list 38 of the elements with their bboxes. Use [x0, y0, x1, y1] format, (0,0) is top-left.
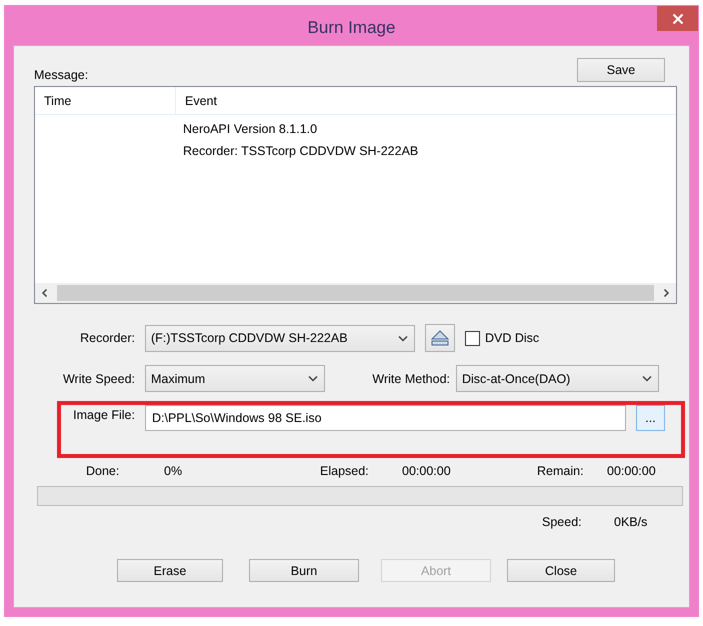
write-method-label: Write Method: — [371, 372, 450, 386]
image-file-field[interactable]: D:\PPL\So\Windows 98 SE.iso — [145, 405, 626, 431]
event-cell-text: NeroAPI Version 8.1.1.0 — [182, 122, 318, 136]
browse-button[interactable]: ... — [636, 405, 665, 431]
write-method-dropdown[interactable]: Disc-at-Once(DAO) — [456, 365, 659, 392]
elapsed-label: Elapsed: — [320, 464, 370, 478]
caret-icon — [642, 375, 652, 382]
done-label: Done: — [86, 464, 120, 478]
write-speed-dropdown[interactable]: Maximum — [145, 365, 325, 392]
done-value: 0% — [164, 464, 184, 478]
write-speed-label: Write Speed: — [62, 372, 135, 386]
save-button[interactable]: Save — [577, 58, 665, 82]
dvd-disc-label: DVD Disc — [485, 331, 540, 345]
window-title: Burn Image — [308, 18, 396, 38]
close-button[interactable]: Close — [507, 559, 615, 582]
recorder-dropdown[interactable]: (F:)TSSTcorp CDDVDW SH-222AB — [145, 324, 415, 352]
eject-icon — [430, 329, 450, 347]
elapsed-value: 00:00:00 — [402, 464, 452, 478]
eject-button[interactable] — [425, 324, 455, 352]
close-button[interactable] — [657, 6, 698, 31]
erase-button[interactable]: Erase — [117, 559, 223, 582]
image-file-label: Image File: — [72, 408, 135, 422]
recorder-label: Recorder: — [79, 331, 135, 345]
close-icon — [672, 12, 684, 24]
caret-icon — [308, 375, 318, 382]
burn-button[interactable]: Burn — [249, 559, 359, 582]
caret-icon — [398, 334, 408, 342]
message-label: Message: — [34, 68, 88, 82]
horizontal-scrollbar[interactable] — [35, 283, 676, 303]
column-header[interactable]: Time — [35, 87, 176, 114]
remain-label: Remain: — [537, 464, 585, 478]
dvd-disc-checkbox[interactable] — [465, 330, 480, 346]
speed-value: 0KB/s — [614, 515, 648, 529]
speed-label: Speed: — [542, 515, 583, 529]
scrollbar-thumb[interactable] — [57, 285, 654, 301]
column-header[interactable]: Event — [176, 87, 217, 114]
remain-value: 00:00:00 — [607, 464, 656, 478]
event-cell-text: Recorder: TSSTcorp CDDVDW SH-222AB — [182, 144, 418, 158]
